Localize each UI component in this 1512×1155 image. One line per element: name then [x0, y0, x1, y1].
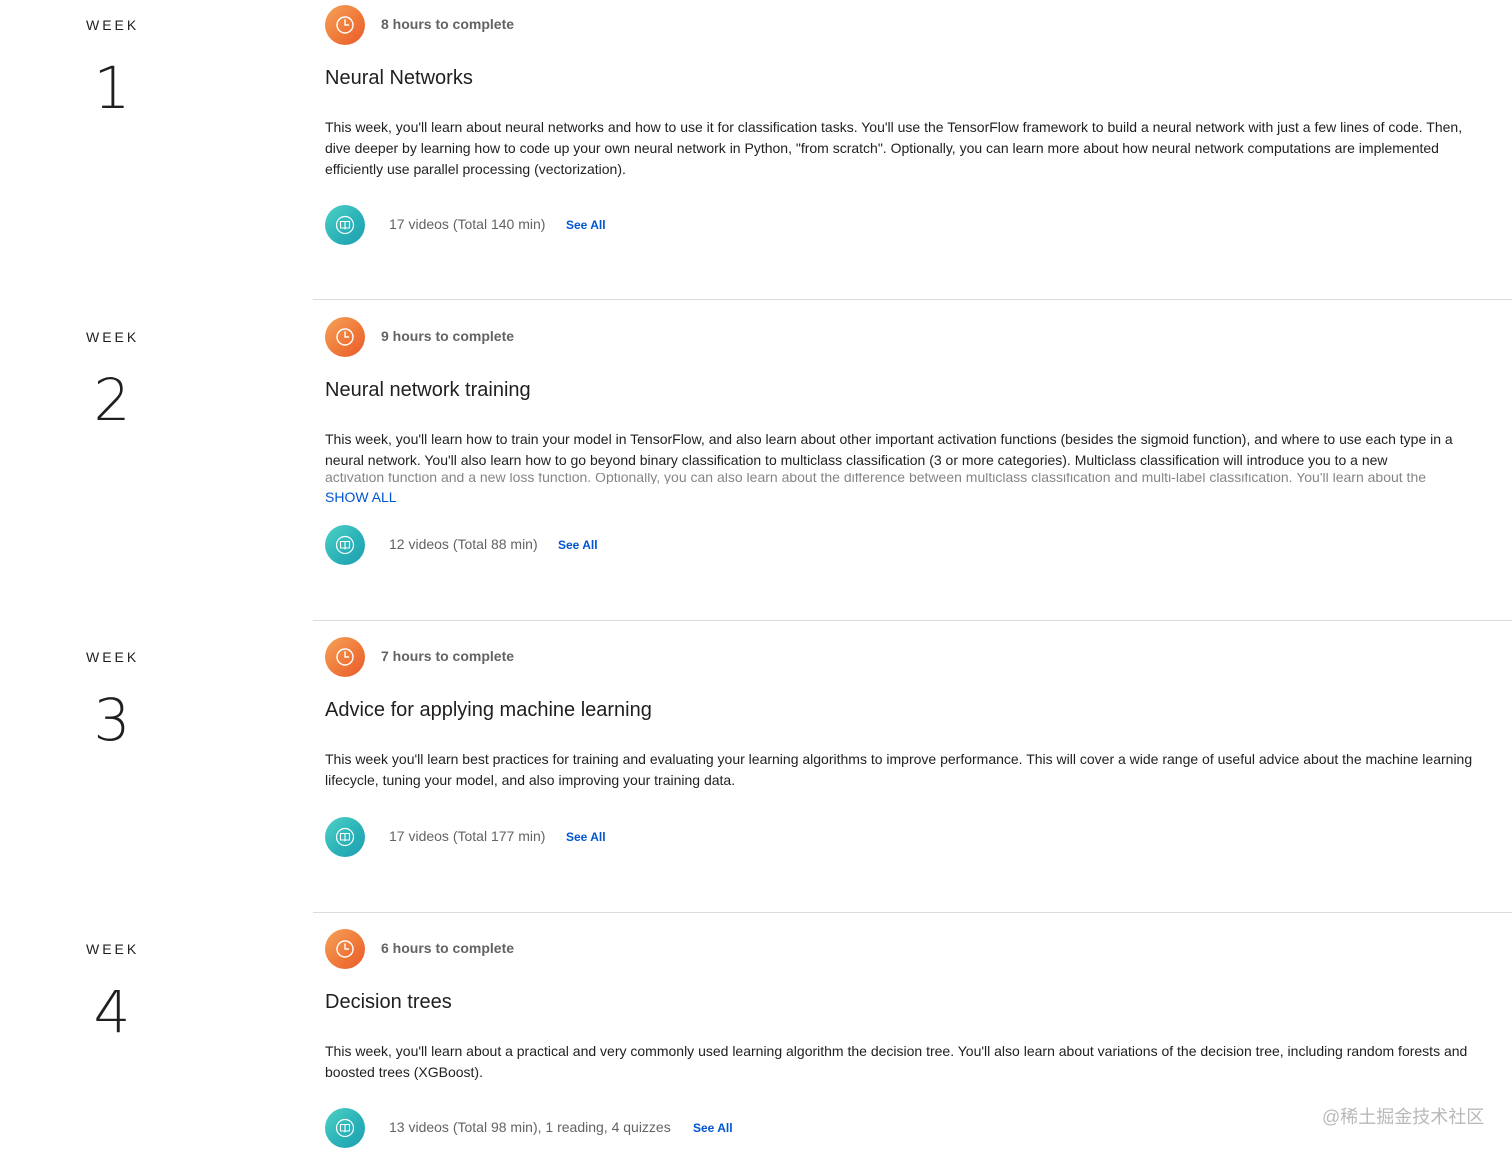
module-description: This week, you'll learn about a practica…	[325, 1043, 1468, 1080]
see-all-link[interactable]: See All	[558, 538, 598, 552]
week-number: 3	[93, 686, 131, 754]
watermark: @稀土掘金技术社区	[1322, 1107, 1485, 1127]
book-icon	[325, 525, 365, 565]
week-section-1: WEEK 1 8 hours to complete Neural Networ…	[0, 0, 1512, 300]
videos-summary: 17 videos (Total 140 min)	[389, 216, 546, 232]
videos-summary: 12 videos (Total 88 min)	[389, 536, 538, 552]
book-icon	[325, 205, 365, 245]
hours-to-complete: 6 hours to complete	[381, 940, 515, 956]
week-label: WEEK	[86, 941, 140, 957]
week-label: WEEK	[86, 17, 140, 33]
week-number: 4	[93, 978, 131, 1046]
module-description: This week, you'll learn how to train you…	[325, 431, 1453, 468]
clock-icon	[325, 637, 365, 677]
module-description: This week you'll learn best practices fo…	[325, 751, 1473, 788]
hours-to-complete: 9 hours to complete	[381, 328, 515, 344]
week-number: 1	[93, 54, 131, 122]
module-description-overflow: activation function and a new loss funct…	[325, 473, 1427, 484]
week-label: WEEK	[86, 649, 140, 665]
clock-icon	[325, 929, 365, 969]
videos-summary: 13 videos (Total 98 min), 1 reading, 4 q…	[389, 1119, 671, 1135]
module-title: Decision trees	[325, 991, 452, 1013]
week-section-3: WEEK 3 7 hours to complete Advice for ap…	[0, 632, 1512, 914]
see-all-link[interactable]: See All	[566, 218, 606, 232]
see-all-link[interactable]: See All	[693, 1121, 733, 1135]
module-title: Neural Networks	[325, 67, 473, 89]
clock-icon	[325, 5, 365, 45]
hours-to-complete: 8 hours to complete	[381, 16, 515, 32]
week-divider	[313, 620, 1512, 621]
book-icon	[325, 1108, 365, 1148]
module-title: Neural network training	[325, 379, 531, 401]
week-number: 2	[93, 366, 131, 434]
week-section-4: WEEK 4 6 hours to complete Decision tree…	[0, 924, 1512, 1155]
show-all-link[interactable]: SHOW ALL	[325, 489, 397, 505]
clock-icon	[325, 317, 365, 357]
week-divider	[313, 912, 1512, 913]
module-description: This week, you'll learn about neural net…	[325, 119, 1463, 177]
week-divider	[313, 299, 1512, 300]
see-all-link[interactable]: See All	[566, 830, 606, 844]
hours-to-complete: 7 hours to complete	[381, 648, 515, 664]
book-icon	[325, 817, 365, 857]
module-title: Advice for applying machine learning	[325, 699, 652, 721]
videos-summary: 17 videos (Total 177 min)	[389, 828, 546, 844]
week-section-2: WEEK 2 9 hours to complete Neural networ…	[0, 312, 1512, 622]
week-label: WEEK	[86, 329, 140, 345]
